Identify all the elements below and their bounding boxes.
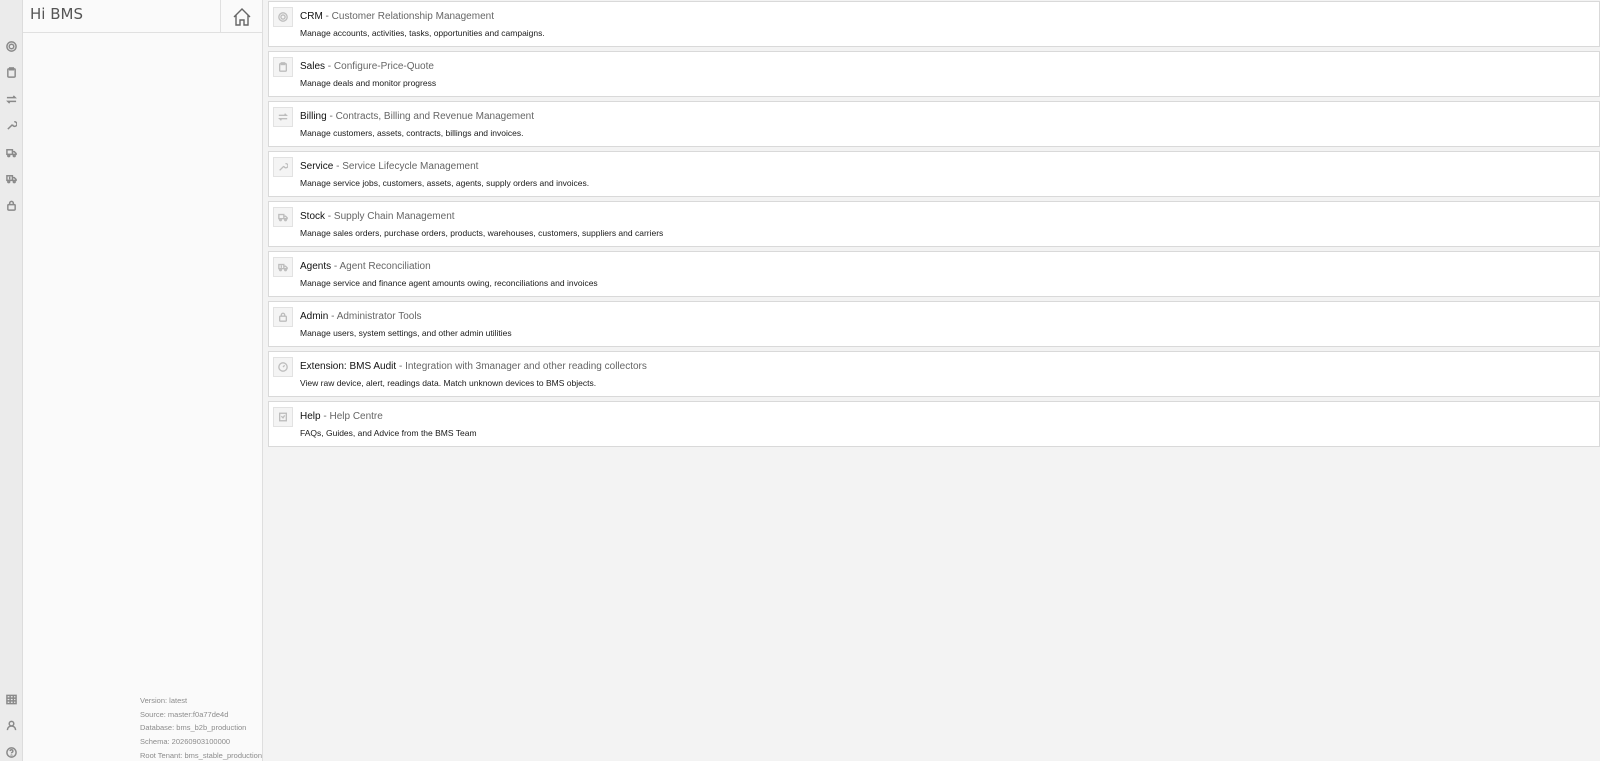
target-icon[interactable] (3, 38, 19, 54)
module-separator: - (325, 61, 334, 72)
help-icon[interactable] (3, 744, 19, 760)
schema-line: Schema: 20260903100000 (140, 737, 231, 747)
truck-dollar-icon (273, 257, 293, 277)
module-subtitle: Integration with 3manager and other read… (405, 361, 647, 372)
lock-icon (273, 307, 293, 327)
module-description: Manage service and finance agent amounts… (300, 278, 598, 288)
module-subtitle: Service Lifecycle Management (342, 161, 479, 172)
module-description: Manage deals and monitor progress (300, 78, 437, 88)
user-icon[interactable] (3, 717, 19, 733)
module-separator: - (326, 111, 336, 122)
module-subtitle: Supply Chain Management (333, 211, 455, 222)
source-line: Source: master:f0a77de4d (140, 709, 229, 719)
module-subtitle: Administrator Tools (336, 311, 422, 322)
lock-icon[interactable] (3, 197, 19, 213)
module-description: FAQs, Guides, and Advice from the BMS Te… (300, 428, 477, 438)
module-subtitle: Configure-Price-Quote (333, 61, 434, 72)
clipboard-icon[interactable] (3, 64, 19, 80)
module-separator: - (322, 11, 332, 22)
clipboard-icon (273, 57, 293, 77)
module-description: Manage accounts, activities, tasks, oppo… (300, 28, 545, 38)
truck-icon[interactable] (3, 144, 19, 160)
help-doc-icon (273, 407, 293, 427)
version-info: Version: latest Source: master:f0a77de4d… (140, 694, 265, 761)
module-subtitle: Contracts, Billing and Revenue Managemen… (335, 111, 535, 122)
module-description: View raw device, alert, readings data. M… (300, 378, 597, 388)
module-title: Agents - Agent Reconciliation (300, 261, 431, 272)
module-description: Manage users, system settings, and other… (300, 328, 512, 338)
sidebar-header: Hi BMS (23, 0, 262, 33)
module-title: Billing - Contracts, Billing and Revenue… (300, 111, 534, 122)
target-icon (273, 7, 293, 27)
module-card-stock[interactable]: Stock - Supply Chain Management Manage s… (268, 201, 1600, 247)
module-card-bms-audit[interactable]: Extension: BMS Audit - Integration with … (268, 351, 1600, 397)
module-separator: - (328, 311, 337, 322)
module-title: CRM - Customer Relationship Management (300, 11, 494, 22)
module-title: Sales - Configure-Price-Quote (300, 61, 434, 72)
module-name: Sales (300, 61, 326, 72)
module-name: Service (300, 161, 334, 172)
module-name: CRM (300, 11, 323, 22)
home-icon (233, 7, 250, 26)
module-name: Billing (300, 111, 327, 122)
database-line: Database: bms_b2b_production (140, 723, 247, 733)
module-subtitle: Customer Relationship Management (331, 11, 494, 22)
module-subtitle: Help Centre (329, 411, 383, 422)
module-title: Stock - Supply Chain Management (300, 211, 455, 222)
module-card-admin[interactable]: Admin - Administrator Tools Manage users… (268, 301, 1600, 347)
module-name: Extension: BMS Audit (300, 361, 397, 372)
module-title: Extension: BMS Audit - Integration with … (300, 361, 647, 372)
module-name: Admin (300, 311, 329, 322)
icon-rail (0, 0, 23, 761)
truck-dollar-icon[interactable] (3, 170, 19, 186)
module-card-billing[interactable]: Billing - Contracts, Billing and Revenue… (268, 101, 1600, 147)
truck-icon (273, 207, 293, 227)
module-card-agents[interactable]: Agents - Agent Reconciliation Manage ser… (268, 251, 1600, 297)
module-title: Help - Help Centre (300, 411, 383, 422)
table-icon[interactable] (3, 691, 19, 707)
root-tenant-line: Root Tenant: bms_stable_production (140, 750, 263, 760)
module-title: Admin - Administrator Tools (300, 311, 422, 322)
repeat-icon[interactable] (3, 91, 19, 107)
version-line: Version: latest (140, 696, 188, 705)
module-separator: - (333, 161, 343, 172)
module-description: Manage service jobs, customers, assets, … (300, 178, 590, 188)
module-card-sales[interactable]: Sales - Configure-Price-Quote Manage dea… (268, 51, 1600, 97)
module-card-crm[interactable]: CRM - Customer Relationship Management M… (268, 1, 1600, 47)
sidebar-title: Hi BMS (30, 5, 83, 23)
module-name: Stock (300, 211, 326, 222)
module-description: Manage customers, assets, contracts, bil… (300, 128, 524, 138)
module-list: CRM - Customer Relationship Management M… (268, 1, 1600, 451)
module-card-service[interactable]: Service - Service Lifecycle Management M… (268, 151, 1600, 197)
module-card-help[interactable]: Help - Help Centre FAQs, Guides, and Adv… (268, 401, 1600, 447)
module-separator: - (325, 211, 334, 222)
module-title: Service - Service Lifecycle Management (300, 161, 478, 172)
repeat-icon (273, 107, 293, 127)
wrench-icon[interactable] (3, 117, 19, 133)
module-description: Manage sales orders, purchase orders, pr… (300, 228, 664, 238)
module-name: Agents (300, 261, 332, 272)
sidebar: Hi BMS Version: latest Source: master:f0… (23, 0, 263, 761)
module-separator: - (396, 361, 406, 372)
module-name: Help (300, 411, 321, 422)
module-subtitle: Agent Reconciliation (339, 261, 431, 272)
wrench-icon (273, 157, 293, 177)
gauge-icon (273, 357, 293, 377)
home-button[interactable] (220, 0, 262, 33)
